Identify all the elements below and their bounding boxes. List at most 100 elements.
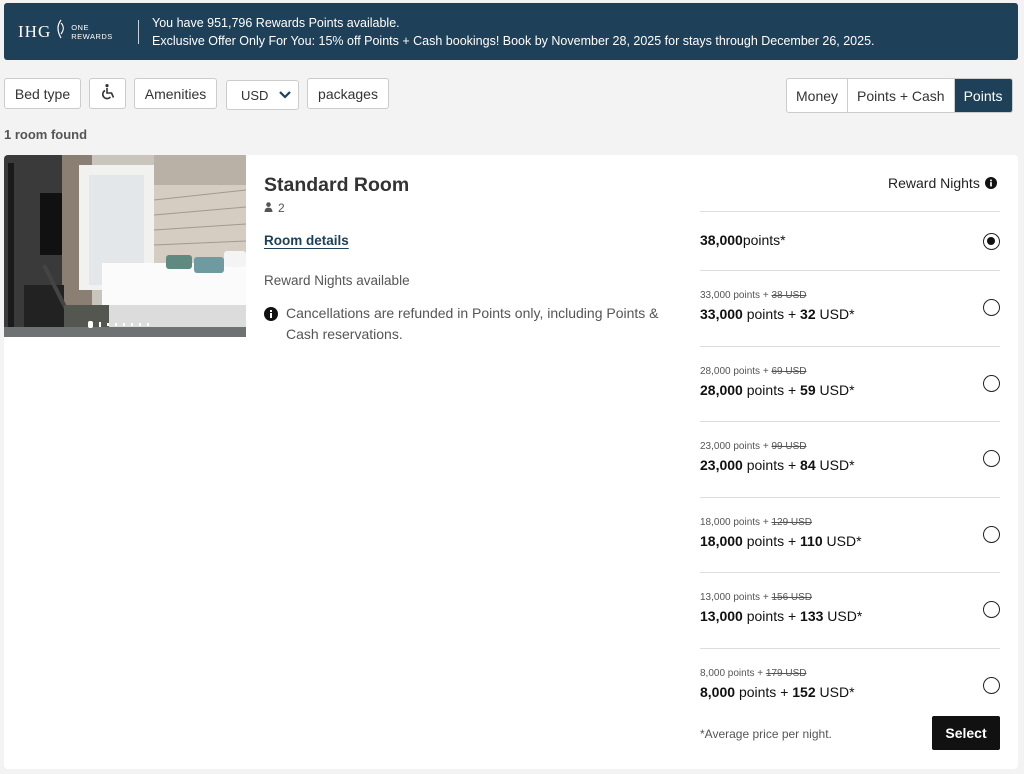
- rate-points: 23,000: [700, 457, 743, 473]
- banner-message: You have 951,796 Rewards Points availabl…: [152, 14, 875, 50]
- reward-nights-header: Reward Nights: [888, 175, 997, 191]
- rate-cash-label: USD*: [826, 532, 862, 549]
- original-points: 13,000 points +: [700, 592, 772, 603]
- packages-filter-button[interactable]: packages: [307, 78, 389, 109]
- average-price-note: *Average price per night.: [700, 727, 832, 741]
- amenities-filter-button[interactable]: Amenities: [134, 78, 217, 109]
- packages-label: packages: [318, 85, 378, 102]
- rate-cash: 152: [792, 683, 816, 700]
- carousel-dot[interactable]: [131, 323, 133, 326]
- rate-option[interactable]: 23,000 points + 99 USD 23,000 points + 8…: [700, 421, 1000, 497]
- original-points: 33,000 points +: [700, 290, 772, 301]
- rate-option[interactable]: 28,000 points + 69 USD 28,000 points + 5…: [700, 345, 1000, 422]
- rate-points: 13,000: [700, 608, 743, 624]
- bed-type-filter-button[interactable]: Bed type: [4, 78, 81, 109]
- rate-points: 8,000: [700, 683, 736, 700]
- toggle-money[interactable]: Money: [787, 79, 849, 112]
- occupancy-count: 2: [278, 201, 285, 215]
- info-icon: [264, 307, 278, 345]
- original-cash: 99 USD: [771, 441, 807, 452]
- rate-points: 28,000: [700, 381, 743, 398]
- carousel-dot[interactable]: [88, 321, 93, 328]
- rate-option[interactable]: 33,000 points + 38 USD 33,000 points + 3…: [700, 270, 1000, 346]
- logo-sub-line2: REWARDS: [71, 31, 113, 41]
- logo-subtitle: ONE REWARDS: [71, 23, 113, 41]
- toggle-points-cash[interactable]: Points + Cash: [848, 79, 955, 112]
- rate-cash-label: USD*: [819, 381, 855, 398]
- rate-cash-label: USD*: [819, 683, 855, 700]
- rate-cash-label: USD*: [819, 457, 855, 473]
- carousel-dot[interactable]: [115, 323, 117, 326]
- rate-radio[interactable]: [983, 299, 1000, 316]
- rate-plus: +: [787, 457, 797, 473]
- accessibility-filter-button[interactable]: [89, 78, 126, 109]
- rate-plus: +: [787, 306, 797, 322]
- carousel-dot[interactable]: [139, 323, 141, 326]
- points-available-text: You have 951,796 Rewards Points availabl…: [152, 15, 400, 30]
- rate-cash-label: USD*: [819, 306, 855, 322]
- original-price: 33,000 points + 38 USD: [700, 290, 806, 301]
- rate-points: 33,000: [700, 306, 743, 322]
- chevron-down-icon: [278, 88, 292, 103]
- currency-value: USD: [241, 87, 269, 103]
- room-photo-carousel[interactable]: [4, 155, 246, 337]
- toggle-points-cash-label: Points + Cash: [857, 87, 945, 104]
- rate-points-label: points: [746, 608, 785, 624]
- leaf-icon: [55, 19, 67, 44]
- rate-points-label: points: [746, 457, 785, 473]
- select-button[interactable]: Select: [932, 716, 1000, 750]
- logo-brand: IHG: [18, 21, 52, 41]
- original-points: 8,000 points +: [700, 667, 766, 679]
- rewards-banner: IHG ONE REWARDS You have 951,796 Rewards…: [4, 3, 1018, 60]
- rate-option[interactable]: 13,000 points + 156 USD 13,000 points + …: [700, 572, 1000, 648]
- payment-type-toggle: Money Points + Cash Points: [786, 78, 1013, 113]
- rate-radio[interactable]: [983, 525, 1000, 543]
- reward-nights-availability: Reward Nights available: [264, 273, 410, 288]
- original-cash: 156 USD: [771, 592, 813, 603]
- original-points: 28,000 points +: [700, 365, 772, 377]
- rate-option[interactable]: 38,000points*: [700, 211, 1000, 270]
- original-cash: 69 USD: [771, 365, 807, 377]
- original-cash: 129 USD: [771, 516, 813, 528]
- rate-points-label: points: [738, 683, 777, 700]
- original-price: 13,000 points + 156 USD: [700, 592, 812, 603]
- rate-price: 33,000 points + 32 USD*: [700, 306, 855, 322]
- rate-points-label: points*: [742, 232, 786, 248]
- rate-price: 18,000 points + 110 USD*: [700, 533, 862, 549]
- rate-cash: 110: [800, 532, 823, 549]
- original-cash: 179 USD: [765, 667, 807, 679]
- cancellation-policy: Cancellations are refunded in Points onl…: [264, 303, 684, 345]
- rooms-found-count: 1 room found: [4, 127, 88, 142]
- amenities-label: Amenities: [144, 85, 207, 102]
- rate-radio[interactable]: [983, 676, 1000, 694]
- wheelchair-icon: [99, 83, 117, 104]
- rate-plus: +: [787, 381, 797, 398]
- rate-option[interactable]: 18,000 points + 129 USD 18,000 points + …: [700, 496, 1000, 573]
- original-price: 8,000 points + 179 USD: [700, 668, 806, 679]
- rate-radio[interactable]: [983, 233, 1000, 250]
- rate-radio[interactable]: [983, 374, 1000, 392]
- bed-type-label: Bed type: [14, 85, 71, 102]
- rate-radio[interactable]: [983, 601, 1000, 618]
- room-details-link[interactable]: Room details: [264, 233, 349, 248]
- rate-price: 28,000 points + 59 USD*: [700, 382, 855, 398]
- currency-select[interactable]: USD: [226, 80, 299, 110]
- carousel-dot[interactable]: [107, 323, 109, 326]
- info-icon[interactable]: [984, 177, 997, 189]
- toggle-points[interactable]: Points: [954, 79, 1012, 112]
- carousel-dot[interactable]: [123, 323, 125, 326]
- reward-nights-label: Reward Nights: [888, 175, 980, 191]
- room-title: Standard Room: [264, 174, 410, 196]
- rate-price: 13,000 points + 133 USD*: [700, 608, 862, 624]
- rate-radio[interactable]: [983, 450, 1000, 467]
- rate-points-label: points: [746, 381, 785, 398]
- carousel-dot[interactable]: [99, 322, 101, 327]
- rate-option[interactable]: 8,000 points + 179 USD 8,000 points + 15…: [700, 647, 1000, 724]
- rate-price: 38,000points*: [700, 232, 786, 248]
- toggle-money-label: Money: [796, 87, 839, 104]
- cancellation-text: Cancellations are refunded in Points onl…: [286, 305, 659, 342]
- rate-options: 38,000points* 33,000 points + 38 USD 33,…: [700, 211, 1000, 723]
- carousel-dot[interactable]: [147, 323, 149, 326]
- rate-points-label: points: [746, 306, 785, 322]
- rate-cash: 32: [800, 306, 816, 322]
